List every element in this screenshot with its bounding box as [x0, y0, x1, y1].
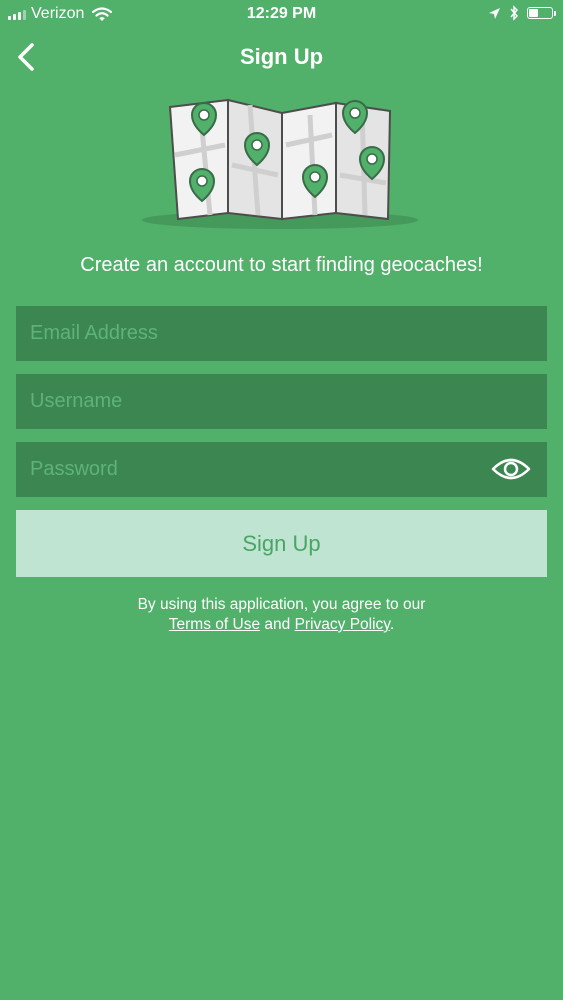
- map-illustration: [142, 98, 418, 229]
- battery-icon: [527, 7, 556, 19]
- legal-and: and: [264, 616, 291, 633]
- legal-line-1: By using this application, you agree to …: [137, 596, 426, 613]
- bluetooth-icon: [510, 5, 519, 21]
- navigation-bar: Sign Up: [0, 30, 563, 86]
- terms-of-use-link[interactable]: Terms of Use: [169, 616, 260, 633]
- eye-icon: [491, 458, 531, 480]
- status-bar: Verizon 12:29 PM: [0, 0, 563, 30]
- show-password-button[interactable]: [491, 454, 531, 484]
- username-field-container: [16, 374, 547, 429]
- battery-level: [529, 9, 538, 17]
- password-field[interactable]: [30, 458, 470, 481]
- username-field[interactable]: [30, 390, 547, 413]
- privacy-policy-link[interactable]: Privacy Policy: [295, 616, 390, 633]
- legal-line-2: Terms of Use and Privacy Policy.: [0, 615, 563, 635]
- email-field-container: [16, 306, 547, 361]
- subtitle: Create an account to start finding geoca…: [80, 254, 483, 276]
- legal-period: .: [389, 616, 395, 633]
- page-title: Sign Up: [239, 44, 324, 69]
- password-field-container: [16, 442, 547, 497]
- email-field[interactable]: [30, 322, 547, 345]
- legal-text: By using this application, you agree to …: [0, 595, 563, 635]
- location-icon: [489, 7, 500, 19]
- status-time: 12:29 PM: [246, 5, 317, 22]
- sign-up-button[interactable]: Sign Up: [16, 510, 547, 577]
- status-right: [488, 5, 556, 21]
